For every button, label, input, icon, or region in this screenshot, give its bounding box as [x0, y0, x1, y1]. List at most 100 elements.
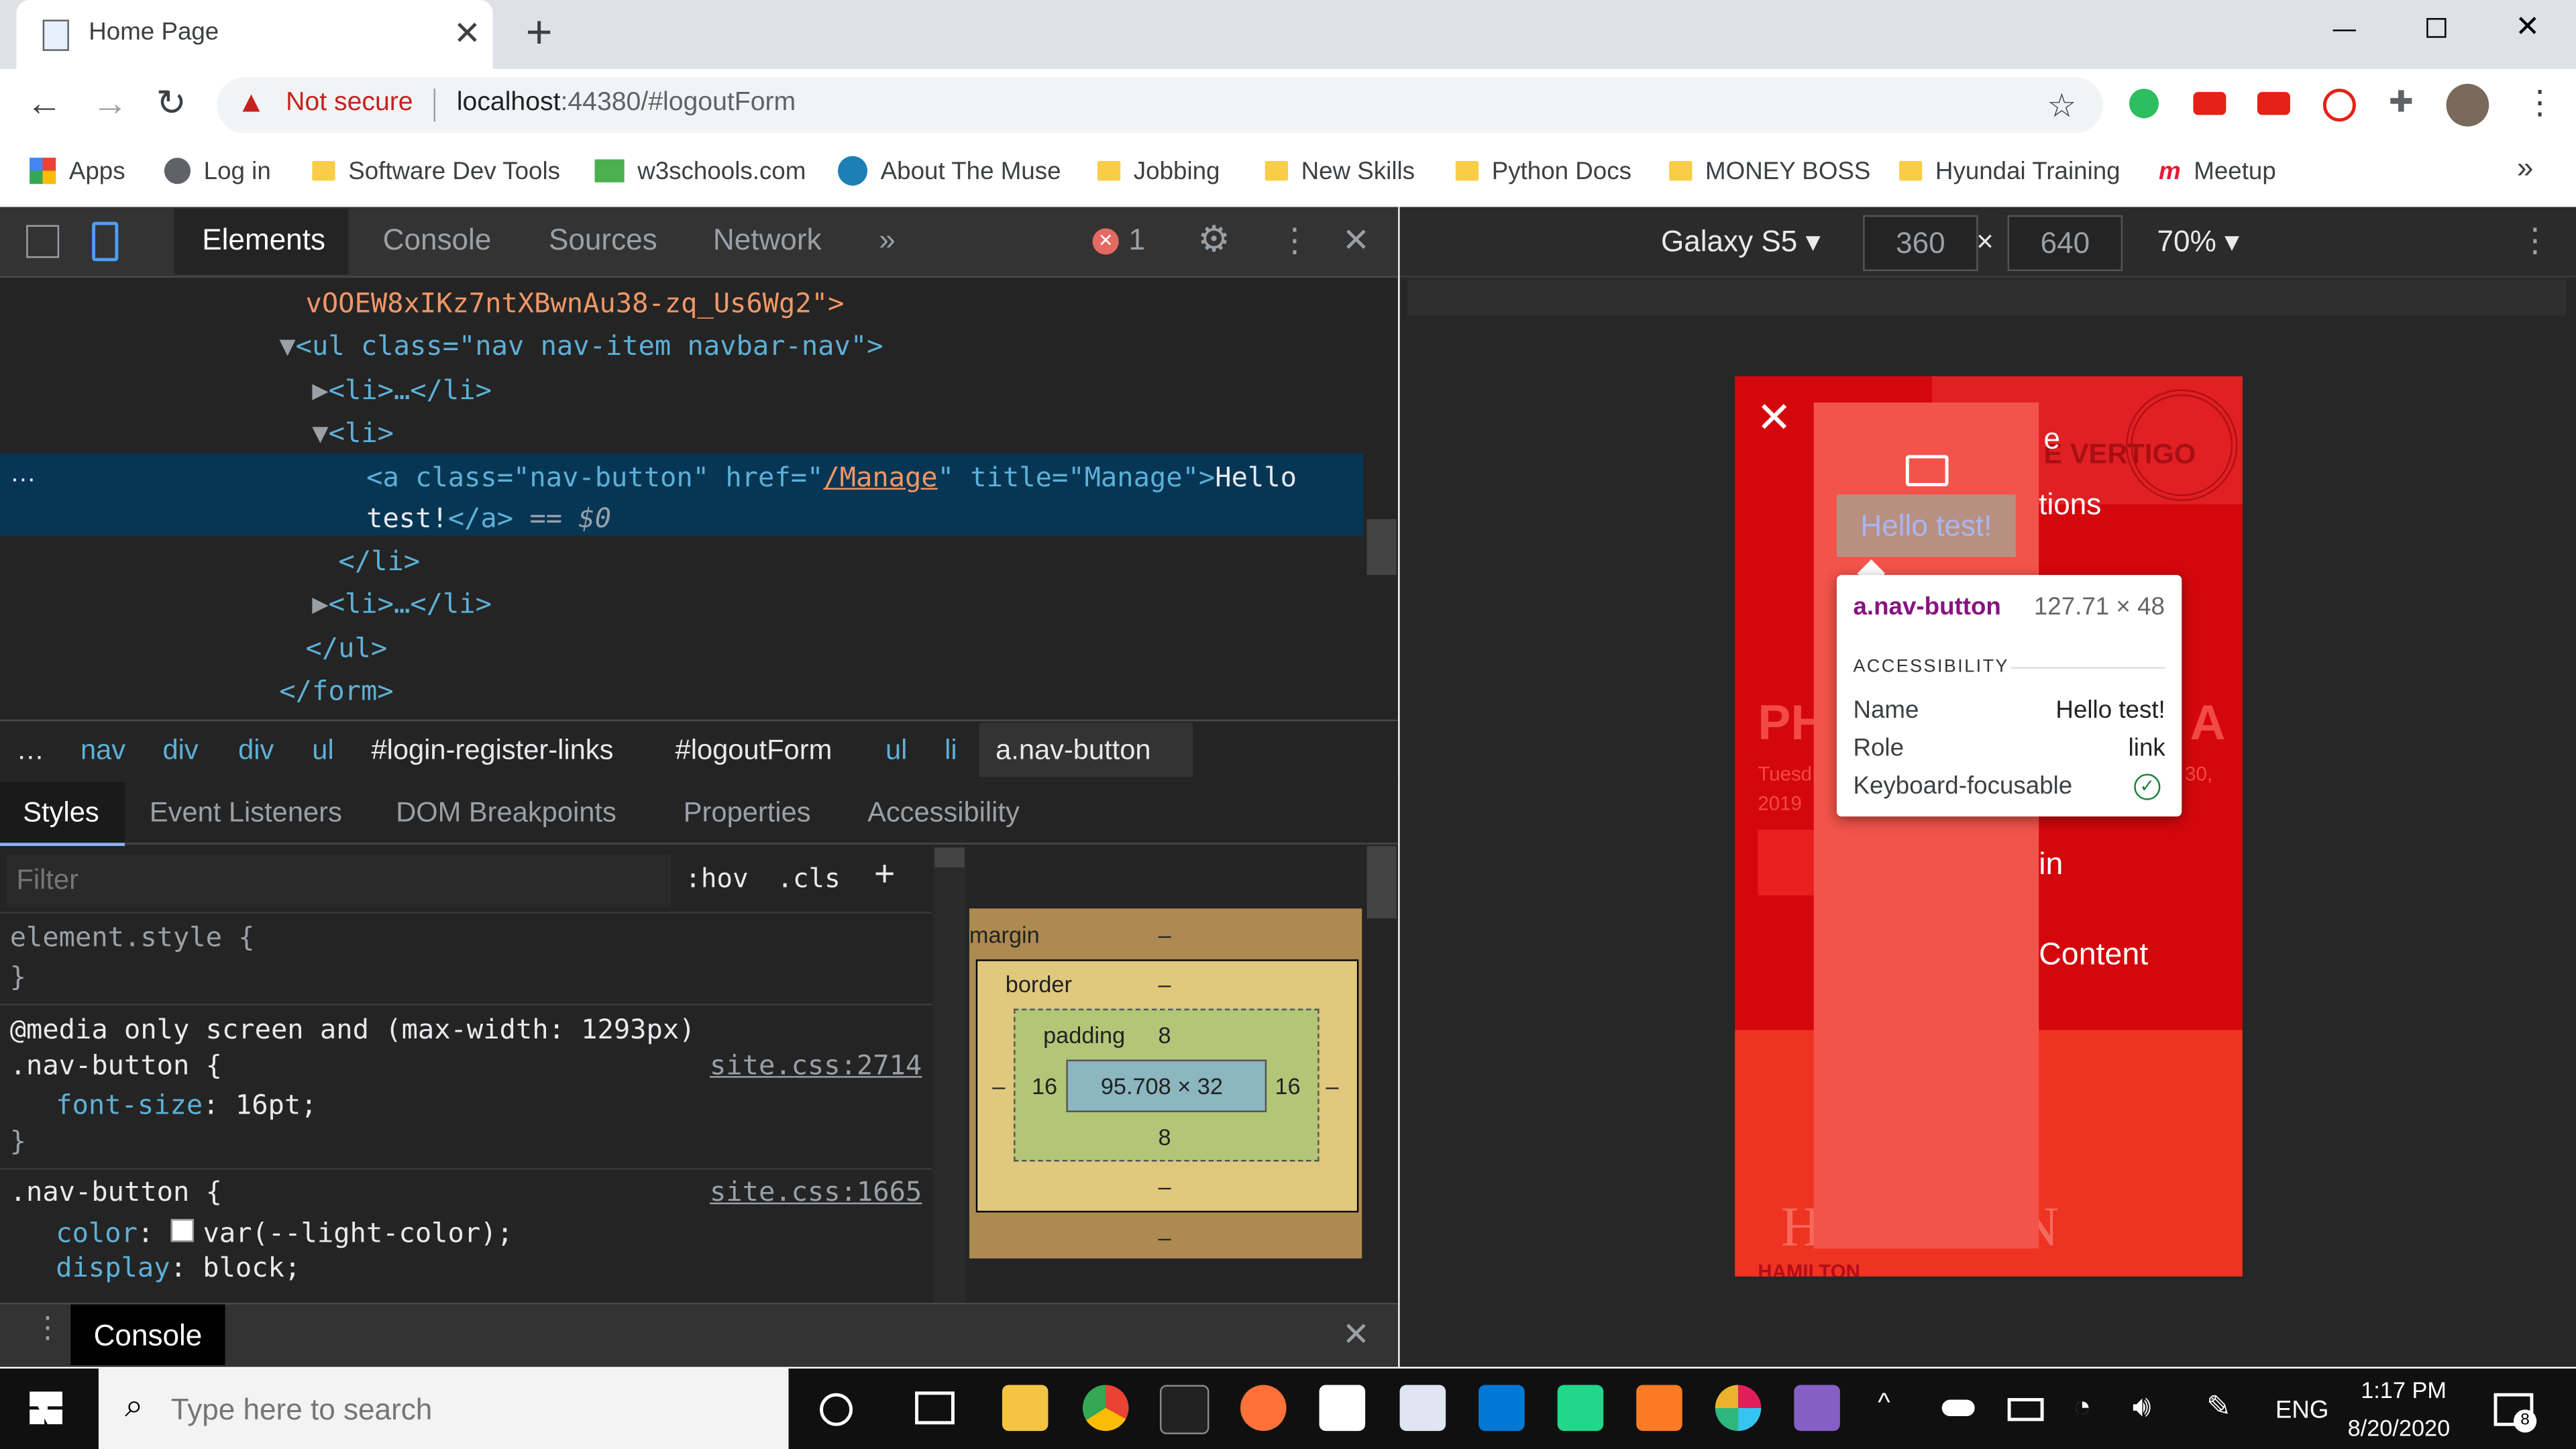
border-bottom-value[interactable]: – [1159, 1173, 1171, 1199]
pen-icon[interactable]: ✎ [2206, 1390, 2231, 1424]
bookmark-w3schools[interactable]: w3schools.com [594, 154, 806, 187]
language-indicator[interactable]: ENG [2275, 1397, 2329, 1425]
styles-filter-input[interactable] [6, 854, 671, 907]
margin-bottom-value[interactable]: – [1159, 1224, 1171, 1250]
task-view-icon[interactable] [915, 1391, 955, 1425]
content-size-value[interactable]: 95.708 × 32 [1101, 1073, 1223, 1099]
rule-selector[interactable]: .nav-button { [10, 1176, 222, 1208]
breadcrumb-ul-2[interactable]: ul [885, 735, 907, 767]
devtools-menu-icon[interactable]: ⋮ [1278, 220, 1311, 261]
dom-li-close[interactable]: </li> [338, 545, 420, 577]
tab-sources[interactable]: Sources [549, 223, 657, 258]
bookmark-jobbing[interactable]: Jobbing [1097, 154, 1220, 187]
source-link[interactable]: site.css:1665 [710, 1176, 922, 1208]
dom-li-open[interactable]: ▼<li> [312, 417, 394, 449]
firefox-icon[interactable] [1240, 1385, 1287, 1432]
class-toggle[interactable]: .cls [777, 863, 840, 894]
inspect-element-icon[interactable] [26, 225, 60, 258]
cortana-icon[interactable] [820, 1393, 853, 1426]
star-icon[interactable]: ☆ [2047, 85, 2076, 126]
bookmark-money-boss[interactable]: MONEY BOSS [1669, 154, 1870, 187]
wifi-icon[interactable]: ◔ [2074, 1390, 2092, 1424]
error-icon[interactable]: ✕ [1092, 228, 1119, 255]
pycharm-icon[interactable] [1557, 1385, 1604, 1432]
profile-avatar[interactable] [2446, 83, 2489, 127]
styles-scrollbar[interactable] [933, 846, 967, 1303]
breadcrumb-ul[interactable]: ul [312, 735, 333, 767]
rule-selector[interactable]: .nav-button { [10, 1050, 222, 1081]
slack-icon[interactable] [1715, 1385, 1762, 1432]
close-devtools-icon[interactable]: ✕ [1342, 220, 1370, 261]
new-tab-button[interactable]: + [526, 7, 553, 59]
python-file-icon[interactable] [1399, 1385, 1446, 1432]
youtube-extension-icon[interactable] [2193, 92, 2226, 115]
zoom-select[interactable]: 70% ▾ [2157, 225, 2240, 260]
padding-bottom-value[interactable]: 8 [1159, 1124, 1171, 1150]
battery-icon[interactable] [2007, 1398, 2044, 1421]
bookmark-about-the-muse[interactable]: About The Muse [837, 154, 1061, 187]
dom-scrollbar[interactable] [1366, 519, 1397, 576]
youtube-extension-icon-2[interactable] [2257, 92, 2290, 115]
href-link[interactable]: /Manage [823, 462, 937, 493]
collapse-arrow-icon[interactable]: ▶ [312, 588, 328, 620]
close-drawer-icon[interactable]: ✕ [1342, 1314, 1370, 1355]
close-menu-icon[interactable]: ✕ [1756, 392, 1792, 443]
envelope-icon[interactable] [1905, 455, 1949, 486]
padding-right-value[interactable]: 16 [1275, 1073, 1300, 1099]
color-swatch[interactable] [170, 1219, 193, 1242]
device-toolbar-icon[interactable] [92, 221, 119, 262]
expand-arrow-icon[interactable]: ▼ [312, 417, 328, 449]
device-width-input[interactable] [1863, 215, 1978, 272]
visual-studio-icon[interactable] [1794, 1385, 1840, 1432]
bookmark-software-dev-tools[interactable]: Software Dev Tools [312, 154, 560, 187]
property-value[interactable]: : block; [170, 1252, 301, 1283]
border-top-value[interactable]: – [1159, 971, 1171, 997]
breadcrumb-a-nav-button[interactable]: a.nav-button [996, 735, 1150, 767]
evernote-extension-icon[interactable] [2129, 89, 2159, 119]
device-menu-icon[interactable]: ⋮ [2518, 220, 2551, 261]
collapse-arrow-icon[interactable]: ▶ [312, 374, 328, 406]
volume-icon[interactable]: 🔊︎ [2133, 1390, 2151, 1424]
breadcrumb-div-2[interactable]: div [238, 735, 274, 767]
media-query-ruler[interactable] [1407, 279, 2567, 316]
address-bar[interactable]: ▲ Not secure localhost:44380/#logoutForm… [217, 77, 2103, 133]
security-label[interactable]: Not secure [286, 89, 413, 118]
dom-ul-close[interactable]: </ul> [306, 633, 388, 664]
more-tabs-button[interactable]: » [879, 223, 896, 258]
bookmark-hyundai-training[interactable]: Hyundai Training [1899, 154, 2121, 187]
forward-icon[interactable]: → [92, 82, 128, 125]
more-bookmarks-button[interactable]: » [2517, 151, 2534, 185]
close-window-icon[interactable]: ✕ [2515, 10, 2540, 44]
file-explorer-icon[interactable] [1002, 1385, 1049, 1432]
show-hidden-icons[interactable]: ^ [1878, 1390, 1890, 1419]
property-value[interactable]: var(--light-color); [203, 1218, 513, 1249]
breadcrumb-div[interactable]: div [162, 735, 198, 767]
vscode-icon[interactable] [1479, 1385, 1525, 1432]
breadcrumb-logout-form[interactable]: #logoutForm [676, 735, 833, 767]
device-height-input[interactable] [2007, 215, 2123, 272]
source-link[interactable]: site.css:2714 [710, 1050, 922, 1081]
reload-icon[interactable]: ↻ [156, 82, 186, 125]
tab-properties[interactable]: Properties [684, 797, 811, 830]
tab-accessibility[interactable]: Accessibility [867, 797, 1020, 830]
bookmark-meetup[interactable]: m Meetup [2159, 154, 2276, 187]
style-property[interactable]: font-size: 16pt; [56, 1089, 317, 1121]
clock-date[interactable]: 8/20/2020 [2348, 1415, 2451, 1441]
devtools-scrollbar[interactable] [1366, 846, 1397, 918]
property-name[interactable]: font-size [56, 1089, 203, 1121]
margin-left-value[interactable]: – [992, 1073, 1005, 1099]
evernote-icon[interactable] [1319, 1385, 1366, 1432]
settings-gear-icon[interactable]: ⚙ [1197, 219, 1230, 262]
record-extension-icon[interactable] [2322, 89, 2356, 122]
back-icon[interactable]: ← [26, 82, 62, 125]
hello-test-button[interactable]: Hello test! [1836, 494, 2016, 557]
property-name[interactable]: display [56, 1252, 170, 1283]
minimize-icon[interactable] [2332, 30, 2356, 32]
expand-arrow-icon[interactable]: ▼ [279, 330, 295, 362]
device-select[interactable]: Galaxy S5 ▾ [1661, 225, 1821, 260]
bookmark-python-docs[interactable]: Python Docs [1455, 154, 1631, 187]
tab-console[interactable]: Console [383, 223, 492, 258]
restore-icon[interactable] [2426, 17, 2447, 38]
dom-form-close[interactable]: </form> [279, 676, 393, 707]
xampp-icon[interactable] [1636, 1385, 1682, 1432]
